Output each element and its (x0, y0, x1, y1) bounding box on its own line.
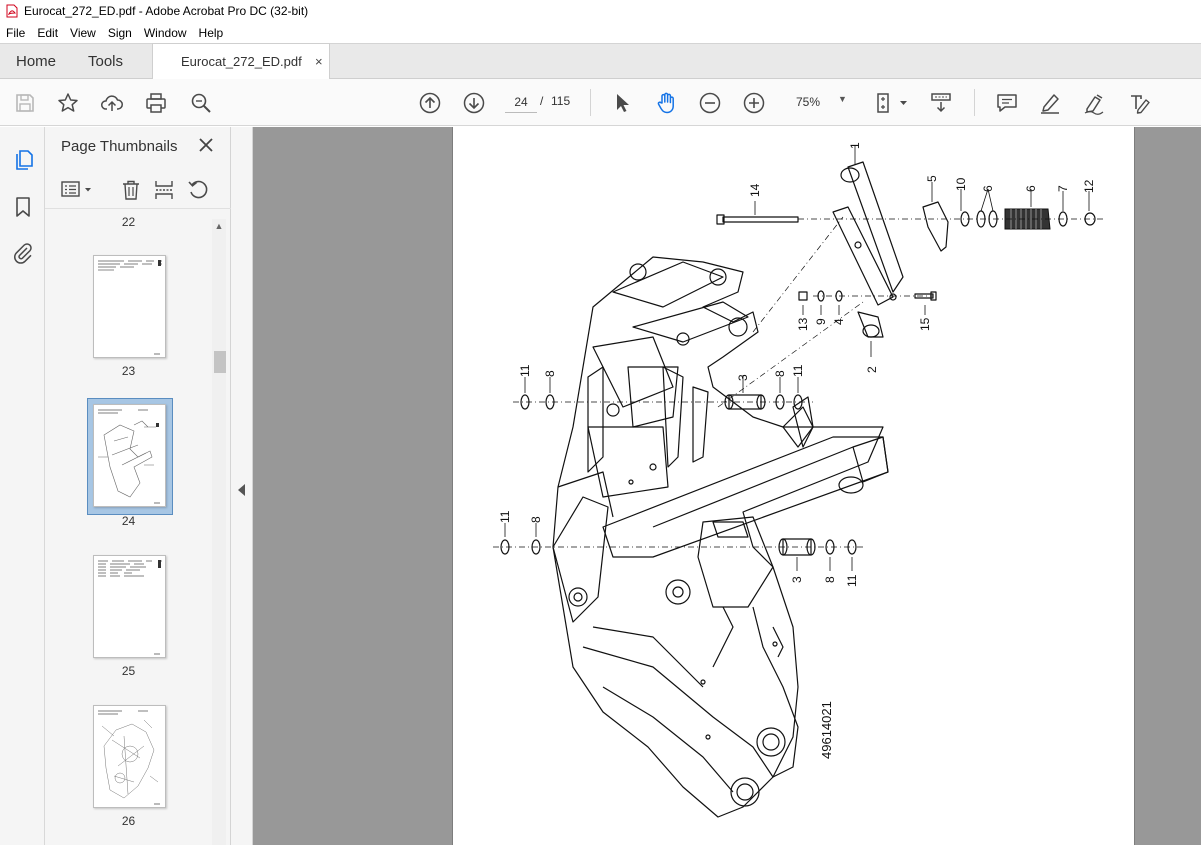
exploded-parts-drawing: 1 2 3 3 4 5 6 6 7 8 8 8 8 9 10 11 11 11 … (493, 142, 1103, 818)
document-view[interactable]: 1 2 3 3 4 5 6 6 7 8 8 8 8 9 10 11 11 11 … (253, 127, 1201, 845)
panel-title: Page Thumbnails (61, 138, 178, 155)
thumbnail-page-26[interactable] (93, 705, 166, 808)
part-label: 8 (823, 576, 837, 583)
zoom-in-icon[interactable] (742, 91, 766, 115)
part-label: 11 (791, 364, 805, 377)
part-label: 13 (796, 317, 810, 331)
thumbnail-page-label: 22 (121, 215, 136, 229)
thumbnail-page-label: 23 (121, 364, 136, 378)
tab-home[interactable]: Home (16, 44, 56, 80)
part-label: 8 (773, 370, 787, 377)
extract-page-icon[interactable] (153, 179, 175, 201)
navigation-rail (0, 127, 45, 845)
highlight-icon[interactable] (1038, 91, 1062, 115)
toolbar-divider (974, 89, 975, 116)
page-number-input[interactable] (505, 91, 537, 113)
menu-bar: File Edit View Sign Window Help (0, 22, 1201, 43)
thumbnail-page-label: 26 (121, 814, 136, 828)
menu-edit[interactable]: Edit (31, 26, 64, 40)
select-cursor-icon[interactable] (610, 91, 634, 115)
part-label: 3 (790, 576, 804, 583)
prev-page-icon[interactable] (418, 91, 442, 115)
drawing-number: 49614021 (819, 701, 834, 759)
part-label: 3 (736, 374, 750, 381)
panel-collapse-handle[interactable] (231, 127, 253, 845)
save-icon[interactable] (13, 91, 37, 115)
scroll-up-icon[interactable]: ▲ (212, 221, 226, 235)
part-label: 14 (748, 183, 762, 197)
part-label: 4 (832, 318, 846, 325)
pdf-page: 1 2 3 3 4 5 6 6 7 8 8 8 8 9 10 11 11 11 … (452, 127, 1135, 845)
thumbnail-page-label: 25 (121, 664, 136, 678)
toolbar: / 115 75% ▼ (0, 79, 1201, 126)
page-thumbnails-panel: Page Thumbnails 22 23 24 25 26 ▲ (45, 127, 231, 845)
part-label: 2 (865, 366, 879, 373)
menu-view[interactable]: View (64, 26, 102, 40)
hand-tool-icon[interactable] (654, 91, 678, 115)
zoom-dropdown[interactable]: 75% ▼ (790, 91, 852, 113)
scrollbar-thumb[interactable] (214, 351, 226, 373)
attachments-icon[interactable] (11, 241, 35, 265)
window-title: Eurocat_272_ED.pdf - Adobe Acrobat Pro D… (24, 4, 309, 18)
thumbnail-toolbar (45, 171, 231, 209)
menu-help[interactable]: Help (193, 26, 230, 40)
delete-page-icon[interactable] (120, 179, 142, 201)
close-panel-icon[interactable] (197, 136, 215, 154)
thumbnail-page-23[interactable] (93, 255, 166, 358)
thumbnail-page-25[interactable] (93, 555, 166, 658)
zoom-value: 75% (796, 95, 821, 109)
collapse-left-icon[interactable] (238, 484, 246, 496)
document-tab-label: Eurocat_272_ED.pdf (181, 54, 302, 69)
part-label: 9 (814, 318, 828, 325)
thumbnail-page-label: 24 (121, 514, 136, 528)
part-label: 8 (543, 370, 557, 377)
part-label: 11 (845, 574, 859, 587)
tab-document[interactable]: Eurocat_272_ED.pdf × (152, 43, 330, 80)
thumbnail-list: 22 23 24 25 26 (45, 213, 212, 845)
menu-sign[interactable]: Sign (102, 26, 138, 40)
part-label: 6 (1024, 185, 1038, 192)
part-label: 6 (981, 185, 995, 192)
acrobat-pdf-icon (6, 4, 18, 18)
chevron-down-icon: ▼ (838, 94, 847, 104)
sign-pen-icon[interactable] (1082, 91, 1106, 115)
scroll-mode-icon[interactable] (929, 91, 953, 115)
thumbnail-options-icon[interactable] (60, 179, 94, 201)
menu-file[interactable]: File (0, 26, 31, 40)
next-page-icon[interactable] (462, 91, 486, 115)
toolbar-divider (590, 89, 591, 116)
bookmark-star-icon[interactable] (56, 91, 80, 115)
find-zoom-icon[interactable] (189, 91, 213, 115)
fit-page-icon[interactable] (874, 91, 910, 115)
tab-bar: Home Tools Eurocat_272_ED.pdf × (0, 43, 1201, 80)
part-label: 11 (518, 364, 532, 377)
edit-text-icon[interactable] (1127, 91, 1151, 115)
menu-window[interactable]: Window (138, 26, 193, 40)
part-label: 7 (1056, 185, 1070, 192)
print-icon[interactable] (144, 91, 168, 115)
part-label: 12 (1082, 179, 1096, 193)
rotate-page-icon[interactable] (187, 179, 209, 201)
part-label: 15 (918, 317, 932, 331)
page-thumbnails-icon[interactable] (11, 148, 35, 172)
thumbnail-scrollbar[interactable]: ▲ (212, 219, 226, 845)
thumbnail-page-24[interactable] (93, 404, 166, 507)
part-label: 1 (848, 142, 862, 149)
page-total: 115 (551, 94, 571, 108)
zoom-out-icon[interactable] (698, 91, 722, 115)
comment-icon[interactable] (995, 91, 1019, 115)
bookmarks-icon[interactable] (11, 195, 35, 219)
tab-tools[interactable]: Tools (88, 44, 123, 80)
close-tab-icon[interactable]: × (315, 44, 323, 80)
page-separator: / (540, 94, 544, 108)
title-bar: Eurocat_272_ED.pdf - Adobe Acrobat Pro D… (0, 0, 1201, 22)
part-label: 8 (529, 516, 543, 523)
upload-cloud-icon[interactable] (100, 91, 124, 115)
part-label: 11 (498, 510, 512, 523)
part-label: 5 (925, 175, 939, 182)
part-label: 10 (954, 177, 968, 191)
